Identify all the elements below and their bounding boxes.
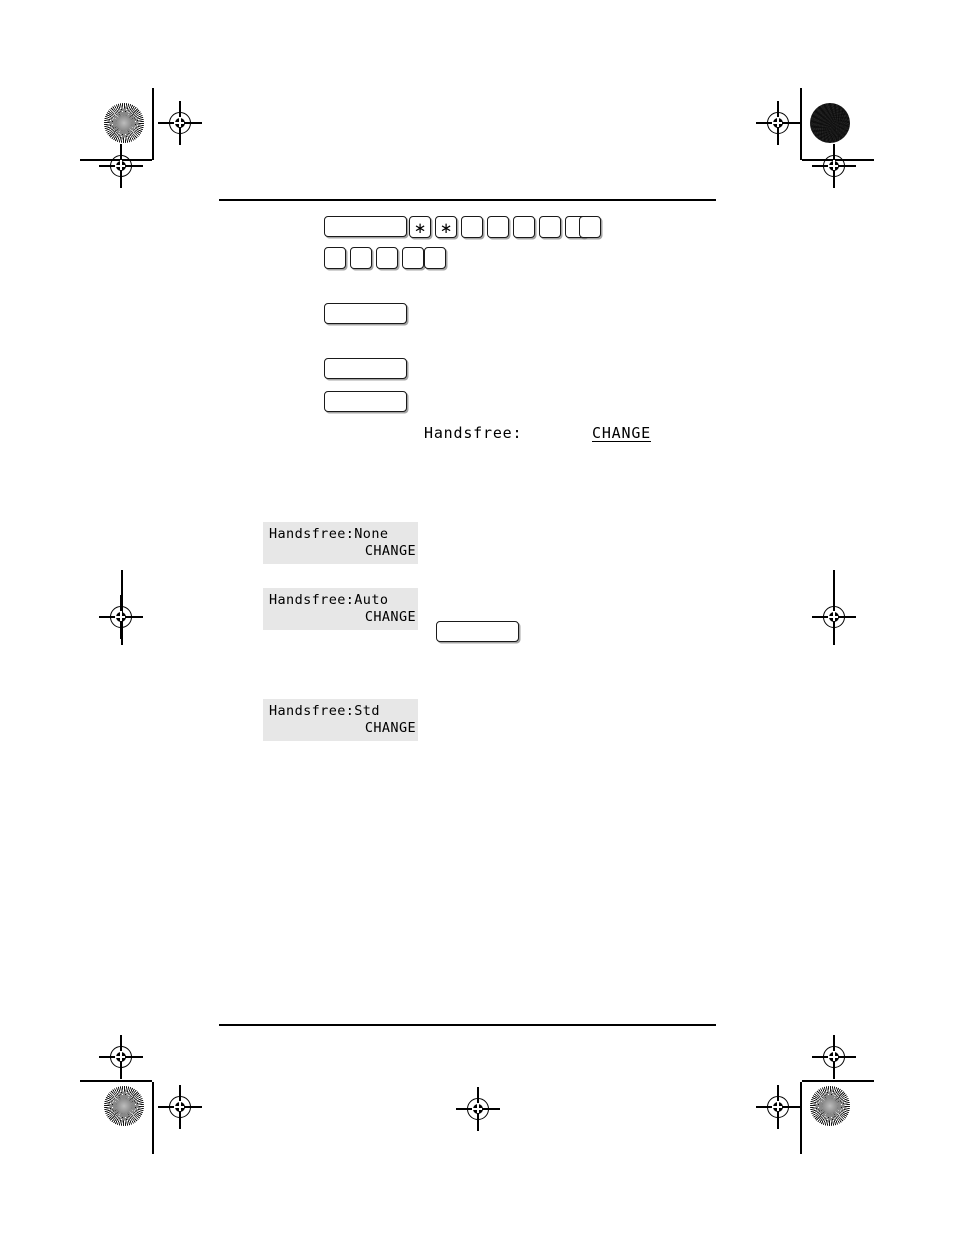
- digit-key-6-glyph: [580, 217, 600, 221]
- registration-mark-mid-right: [812, 595, 856, 639]
- digit-key-4[interactable]: [539, 216, 561, 238]
- registration-mark-bottom-left-inner: [158, 1085, 202, 1129]
- display-handsfree-auto: Handsfree:Auto CHANGE: [263, 588, 418, 630]
- star-key-2[interactable]: ∗: [435, 216, 457, 238]
- registration-mark-bottom-right-inner: [756, 1085, 800, 1129]
- registration-mark-bottom-left-outer: [99, 1035, 143, 1079]
- wide-key-1[interactable]: [324, 216, 407, 237]
- inline-display-change-action[interactable]: CHANGE: [592, 424, 651, 442]
- rosette-mark-top-right: [810, 103, 850, 143]
- softkey-box-4[interactable]: [436, 621, 519, 642]
- digit-key-7[interactable]: [324, 247, 346, 269]
- digit-key-9-glyph: [377, 248, 397, 252]
- digit-key-1-glyph: [462, 217, 482, 221]
- crop-bar-bottom-left-horizontal: [80, 1080, 152, 1082]
- digit-key-4-glyph: [540, 217, 560, 221]
- crop-bar-bottom-right-horizontal: [802, 1080, 874, 1082]
- digit-key-9[interactable]: [376, 247, 398, 269]
- crop-bar-bottom-left-vertical: [152, 1082, 154, 1154]
- softkey-box-1[interactable]: [324, 303, 407, 324]
- display-handsfree-none-line1: Handsfree:None: [269, 526, 389, 542]
- header-rule: [219, 199, 716, 201]
- digit-key-2-glyph: [488, 217, 508, 221]
- display-handsfree-none: Handsfree:None CHANGE: [263, 522, 418, 564]
- star-key-1-glyph: ∗: [413, 219, 427, 237]
- digit-key-11[interactable]: [424, 247, 446, 269]
- rosette-mark-top-left: [104, 103, 144, 143]
- digit-key-1[interactable]: [461, 216, 483, 238]
- digit-key-11-glyph: [425, 248, 445, 252]
- rosette-mark-bottom-right: [810, 1086, 850, 1126]
- digit-key-2[interactable]: [487, 216, 509, 238]
- registration-mark-bottom-center: [456, 1087, 500, 1131]
- star-key-2-glyph: ∗: [439, 219, 453, 237]
- registration-mark-top-right-inner: [756, 101, 800, 145]
- registration-mark-mid-left: [99, 595, 143, 639]
- softkey-box-2[interactable]: [324, 358, 407, 379]
- star-key-1[interactable]: ∗: [409, 216, 431, 238]
- digit-key-8-glyph: [351, 248, 371, 252]
- registration-mark-top-left-inner: [158, 101, 202, 145]
- display-handsfree-std-line1: Handsfree:Std: [269, 703, 380, 719]
- digit-key-10[interactable]: [402, 247, 424, 269]
- digit-key-3[interactable]: [513, 216, 535, 238]
- digit-key-8[interactable]: [350, 247, 372, 269]
- digit-key-7-glyph: [325, 248, 345, 252]
- digit-key-3-glyph: [514, 217, 534, 221]
- display-handsfree-auto-change[interactable]: CHANGE: [365, 609, 416, 625]
- display-handsfree-std-change[interactable]: CHANGE: [365, 720, 416, 736]
- crop-bar-top-right-vertical: [800, 88, 802, 160]
- footer-rule: [219, 1024, 716, 1026]
- softkey-box-3[interactable]: [324, 391, 407, 412]
- document-page: ∗ ∗ Handsfree: CHANGE Handsfree:None CHA…: [0, 0, 954, 1235]
- crop-bar-top-left-vertical: [152, 88, 154, 160]
- digit-key-10-glyph: [403, 248, 423, 252]
- inline-display-label: Handsfree:: [424, 424, 523, 442]
- display-handsfree-none-change[interactable]: CHANGE: [365, 543, 416, 559]
- registration-mark-top-left-outer: [99, 144, 143, 188]
- display-handsfree-std: Handsfree:Std CHANGE: [263, 699, 418, 741]
- display-handsfree-auto-line1: Handsfree:Auto: [269, 592, 389, 608]
- crop-bar-bottom-right-vertical: [800, 1082, 802, 1154]
- registration-mark-top-right-outer: [812, 144, 856, 188]
- rosette-mark-bottom-left: [104, 1086, 144, 1126]
- registration-mark-bottom-right-outer: [812, 1035, 856, 1079]
- digit-key-6[interactable]: [579, 216, 601, 238]
